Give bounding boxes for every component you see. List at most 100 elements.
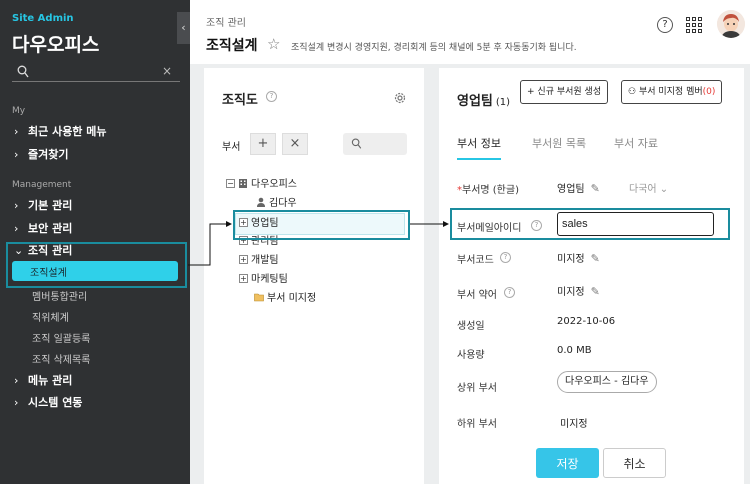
- button-label: 부서 미지정 멤버: [638, 87, 703, 97]
- tab-dept-info[interactable]: 부서 정보: [457, 135, 501, 160]
- dept-abbr-label: 부서 약어: [457, 290, 497, 301]
- add-dept-button[interactable]: +: [250, 133, 276, 155]
- brand-subtitle: Site Admin: [12, 13, 74, 24]
- chevron-right-icon: ›: [14, 125, 19, 138]
- chevron-right-icon: ›: [14, 222, 19, 235]
- dept-code-label: 부서코드: [457, 255, 494, 266]
- tree-node-label: 다우오피스: [251, 179, 297, 190]
- tree-search-input[interactable]: [343, 133, 407, 155]
- highlight-box: [6, 242, 187, 288]
- submenu-member-integration[interactable]: 멤버통합관리: [32, 288, 87, 303]
- expand-toggle[interactable]: +: [239, 274, 248, 283]
- created-label: 생성일: [457, 321, 485, 332]
- child-dept-value: 미지정: [560, 419, 588, 430]
- submenu-bulk-register[interactable]: 조직 일괄등록: [32, 330, 90, 345]
- new-member-button[interactable]: + 신규 부서원 생성: [520, 80, 609, 104]
- pencil-icon[interactable]: ✎: [591, 285, 600, 298]
- page-title: 조직설계: [206, 38, 258, 54]
- search-icon: [17, 65, 29, 78]
- menu-label: 최근 사용한 메뉴: [28, 125, 107, 138]
- chevron-right-icon: ›: [14, 396, 19, 409]
- parent-dept-chip[interactable]: 다우오피스 - 김다우: [557, 371, 657, 393]
- breadcrumb: 조직 관리: [206, 18, 246, 29]
- menu-label: 보안 관리: [28, 222, 73, 235]
- collapse-toggle[interactable]: −: [226, 179, 235, 188]
- menu-system-link[interactable]: › 시스템 연동: [14, 395, 82, 411]
- brand-title[interactable]: 다우오피스: [12, 30, 99, 57]
- sidebar: Site Admin 다우오피스 × My › 최근 사용한 메뉴 › 즐겨찾기 M…: [0, 0, 190, 484]
- chevron-right-icon: ›: [14, 148, 19, 161]
- tree-node-unassigned[interactable]: 부서 미지정: [254, 292, 316, 306]
- org-panel-title: 조직도: [222, 93, 258, 108]
- section-label-management: Management: [12, 180, 72, 190]
- tree-node-dev[interactable]: + 개발팀: [239, 254, 279, 268]
- menu-favorites[interactable]: › 즐겨찾기: [14, 147, 68, 163]
- help-icon[interactable]: ?: [657, 17, 673, 33]
- help-icon[interactable]: ?: [500, 252, 511, 263]
- page-header: 조직 관리 조직설계 ☆ 조직설계 변경시 경영지원, 경리회계 등의 채널에 …: [190, 0, 750, 64]
- menu-basic[interactable]: › 기본 관리: [14, 198, 72, 214]
- chevron-down-icon: ⌄: [659, 184, 669, 195]
- dept-detail-panel: 영업팀 (1) + 신규 부서원 생성 ⚇ 부서 미지정 멤버(0) 부서 정보 …: [439, 68, 744, 484]
- menu-label: 기본 관리: [28, 199, 73, 212]
- sidebar-search-input[interactable]: [34, 64, 154, 80]
- highlight-box: [450, 208, 730, 240]
- dept-name-value: 영업팀 ✎: [557, 182, 600, 195]
- search-icon: [351, 138, 362, 149]
- sidebar-collapse-button[interactable]: ‹: [177, 12, 190, 44]
- unassigned-members-button[interactable]: ⚇ 부서 미지정 멤버(0): [621, 80, 723, 104]
- user-icon: ⚇: [628, 87, 637, 97]
- chevron-right-icon: ›: [14, 374, 19, 387]
- submenu-position-system[interactable]: 직위체계: [32, 309, 69, 324]
- star-icon[interactable]: ☆: [267, 35, 280, 53]
- tree-node-label: 김다우: [269, 198, 297, 209]
- sidebar-search: ×: [12, 64, 180, 82]
- apps-grid-icon[interactable]: [686, 17, 702, 33]
- user-avatar-icon: [717, 10, 745, 38]
- pencil-icon[interactable]: ✎: [591, 252, 600, 265]
- settings-gear-icon[interactable]: [393, 91, 407, 105]
- tab-dept-files[interactable]: 부서 자료: [614, 135, 658, 151]
- child-dept-label: 하위 부서: [457, 419, 497, 430]
- save-button[interactable]: 저장: [536, 448, 599, 478]
- sync-notice: 조직설계 변경시 경영지원, 경리회계 등의 채널에 5분 후 자동동기화 됩니…: [291, 43, 577, 53]
- clear-icon[interactable]: ×: [162, 64, 172, 78]
- help-icon[interactable]: ?: [266, 91, 277, 102]
- menu-security[interactable]: › 보안 관리: [14, 221, 72, 237]
- remove-dept-button[interactable]: ×: [282, 133, 308, 155]
- menu-menu-mgmt[interactable]: › 메뉴 관리: [14, 373, 72, 389]
- dept-abbr-value: 미지정 ✎: [557, 285, 600, 298]
- tab-member-list[interactable]: 부서원 목록: [532, 135, 586, 151]
- pencil-icon[interactable]: ✎: [591, 182, 600, 195]
- menu-label: 즐겨찾기: [28, 148, 69, 161]
- folder-icon: [254, 293, 264, 302]
- dept-code-value: 미지정 ✎: [557, 252, 600, 265]
- dept-title: 영업팀 (1): [457, 90, 510, 109]
- dept-name-label: *부서명 (한글): [457, 185, 519, 196]
- menu-label: 시스템 연동: [28, 396, 83, 409]
- button-label: 신규 부서원 생성: [537, 87, 602, 97]
- org-chart-panel: 조직도 ? 부서 + × − 다우오피스 김다우 + 영업팀 + 관리팀 + 개발팀 +…: [204, 68, 424, 484]
- language-select[interactable]: 다국어 ⌄: [629, 180, 668, 195]
- building-icon: [239, 179, 247, 188]
- tree-node-label: 개발팀: [251, 255, 279, 266]
- tree-node-marketing[interactable]: + 마케팅팀: [239, 273, 288, 287]
- help-icon[interactable]: ?: [504, 287, 515, 298]
- dept-name: 영업팀: [457, 94, 493, 109]
- menu-label: 메뉴 관리: [28, 374, 73, 387]
- cancel-button[interactable]: 취소: [603, 448, 666, 478]
- avatar[interactable]: [717, 10, 745, 38]
- chevron-right-icon: ›: [14, 199, 19, 212]
- plus-icon: +: [527, 87, 535, 97]
- menu-recent[interactable]: › 최근 사용한 메뉴: [14, 124, 107, 140]
- user-icon: [257, 197, 265, 207]
- submenu-deleted-list[interactable]: 조직 삭제목록: [32, 351, 90, 366]
- dept-label: 부서: [222, 142, 241, 153]
- parent-dept-label: 상위 부서: [457, 383, 497, 394]
- tree-node-root[interactable]: − 다우오피스: [226, 178, 297, 192]
- tree-node-label: 마케팅팀: [251, 274, 288, 285]
- usage-value: 0.0 MB: [557, 345, 592, 356]
- tree-node-member[interactable]: 김다우: [256, 197, 297, 211]
- expand-toggle[interactable]: +: [239, 255, 248, 264]
- tree-node-label: 부서 미지정: [267, 293, 317, 304]
